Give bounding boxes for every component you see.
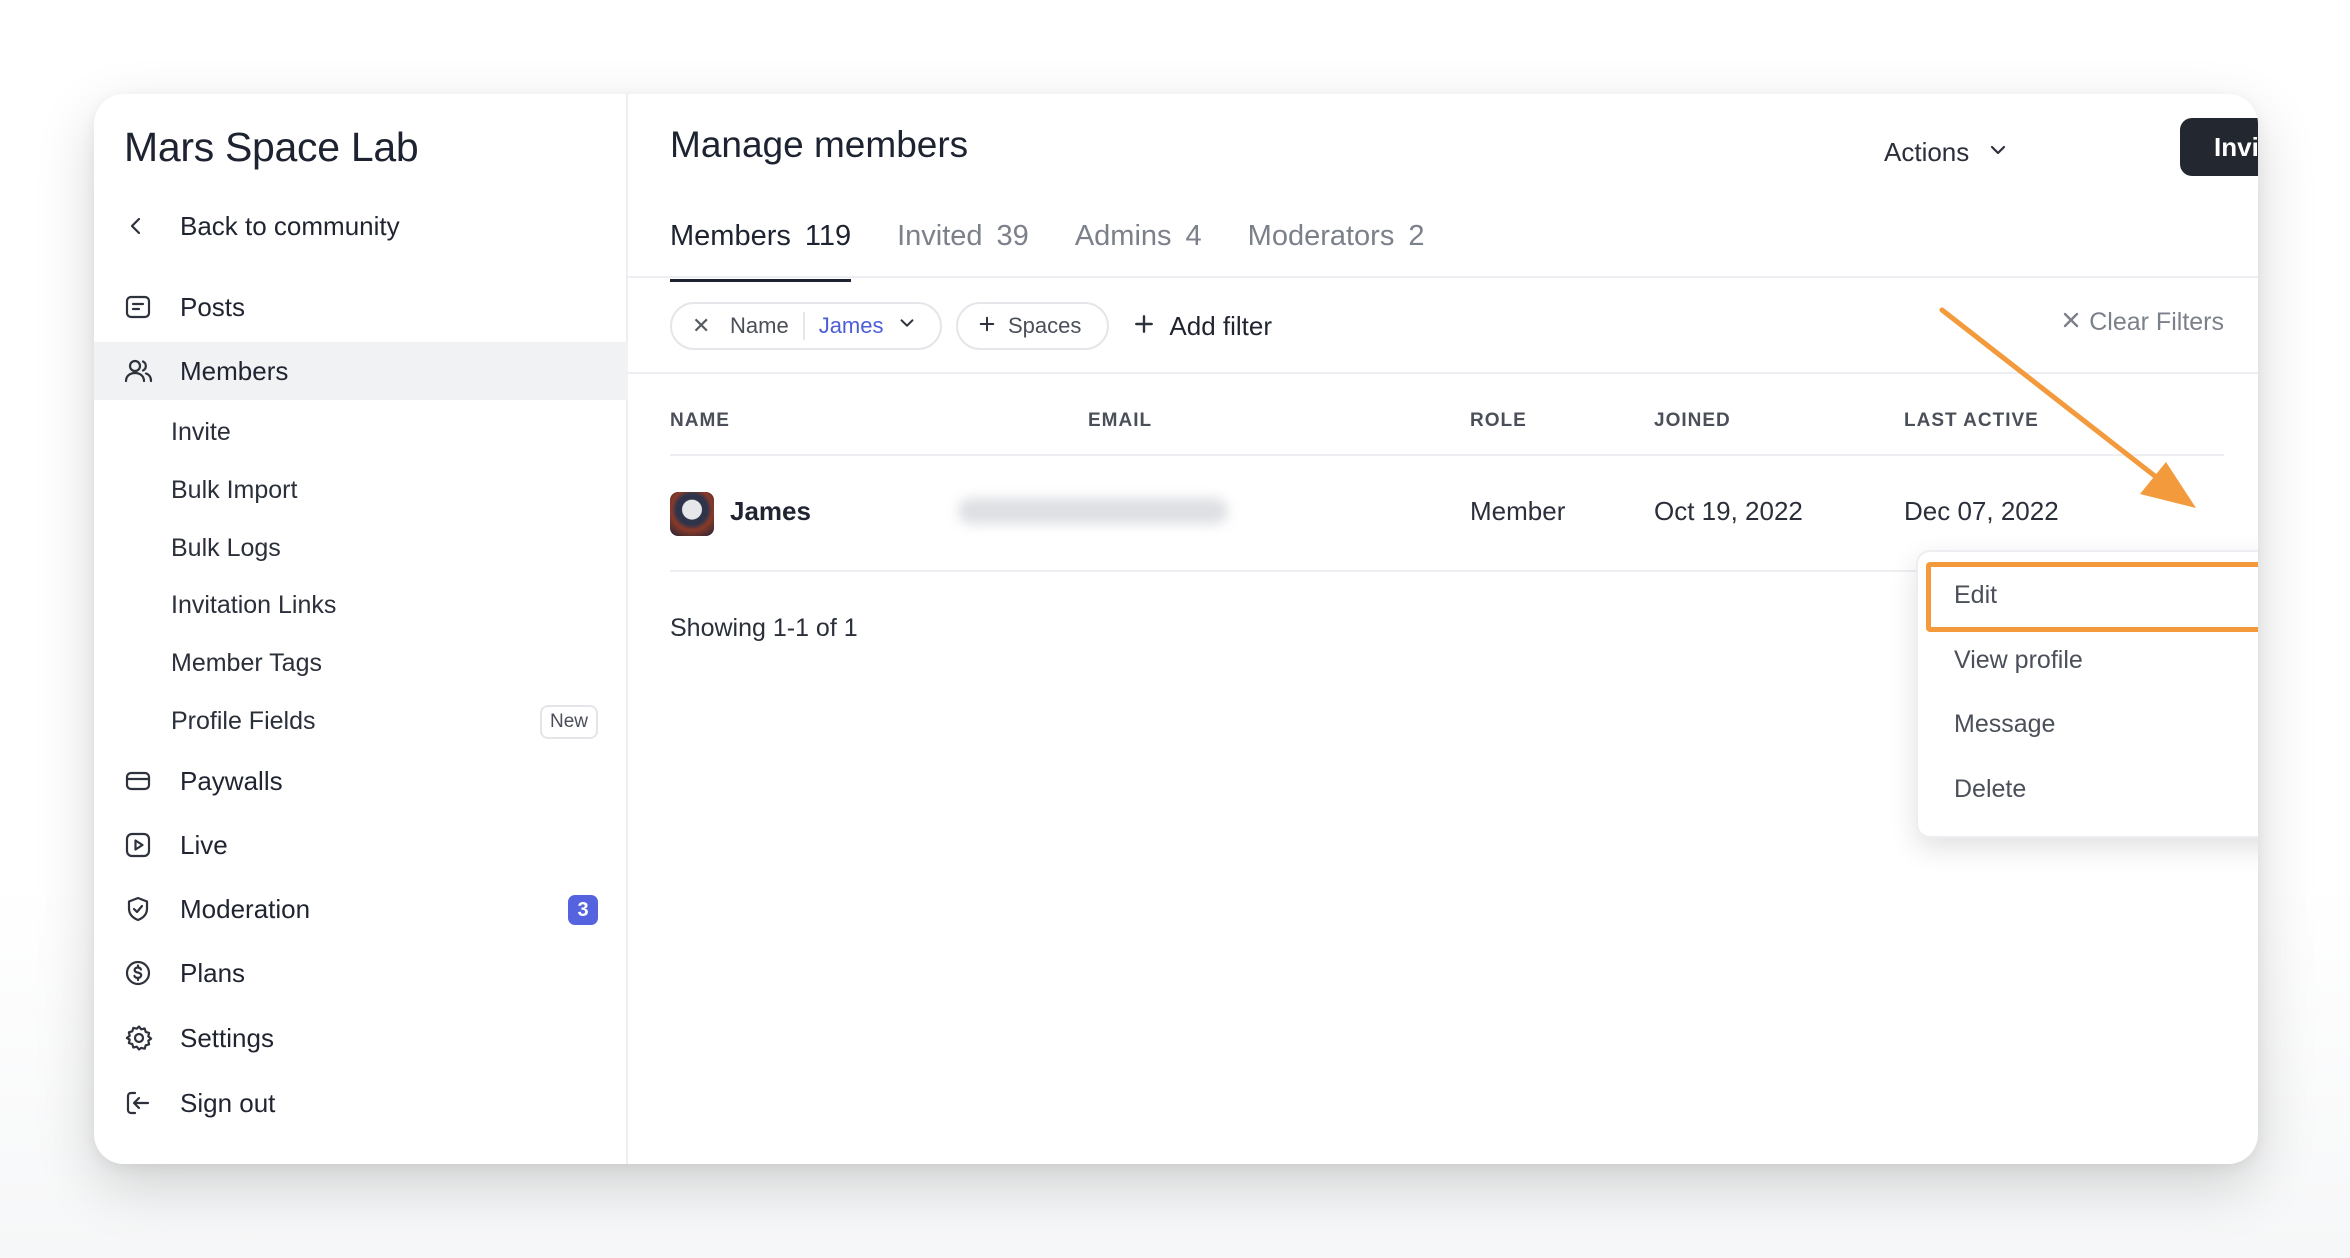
divider: [670, 454, 2224, 456]
tab-admins[interactable]: Admins 4: [1075, 214, 1202, 282]
avatar[interactable]: [670, 492, 714, 536]
member-role: Member: [1470, 496, 1566, 526]
column-header-email[interactable]: EMAIL: [1088, 410, 1152, 432]
sign-out-icon: [124, 1074, 180, 1132]
sidebar-item-label: Moderation: [180, 893, 311, 924]
remove-filter-icon[interactable]: ✕: [692, 313, 730, 339]
sidebar-item-label: Posts: [180, 291, 246, 322]
sidebar-subitem-bulk-logs[interactable]: Bulk Logs: [94, 522, 628, 574]
sidebar-subitem-label: Profile Fields: [171, 706, 316, 735]
moderation-count-badge: 3: [568, 895, 598, 925]
divider: [628, 372, 2258, 374]
new-badge: New: [539, 705, 598, 739]
sidebar-item-settings[interactable]: Settings: [94, 1009, 628, 1067]
back-link-label: Back to community: [180, 210, 400, 241]
column-header-name[interactable]: NAME: [670, 410, 730, 432]
tab-members[interactable]: Members 119: [670, 214, 852, 282]
column-header-joined[interactable]: JOINED: [1654, 410, 1731, 432]
add-filter-label: Add filter: [1169, 310, 1272, 341]
tab-count: 39: [996, 220, 1029, 252]
menu-item-edit[interactable]: Edit: [1954, 581, 1997, 610]
chevron-down-icon: [897, 313, 917, 339]
gear-icon: [124, 1009, 180, 1067]
sidebar: Mars Space Lab Back to community Posts M…: [94, 94, 628, 1164]
dollar-circle-icon: [124, 944, 180, 1002]
tab-count: 2: [1408, 220, 1425, 252]
column-header-last-active[interactable]: LAST ACTIVE: [1904, 410, 2039, 432]
sidebar-subitem-member-tags[interactable]: Member Tags: [94, 637, 628, 689]
clear-filters-label: Clear Filters: [2089, 308, 2224, 336]
sidebar-item-live[interactable]: Live: [94, 816, 628, 874]
actions-label: Actions: [1884, 136, 1970, 167]
sidebar-item-plans[interactable]: Plans: [94, 944, 628, 1002]
shield-check-icon: [124, 880, 180, 938]
actions-dropdown[interactable]: Actions: [1884, 122, 2009, 182]
sidebar-item-sign-out[interactable]: Sign out: [94, 1074, 628, 1132]
column-header-role[interactable]: ROLE: [1470, 410, 1527, 432]
plus-icon: [1133, 311, 1155, 342]
sidebar-item-label: Live: [180, 829, 228, 860]
member-joined: Oct 19, 2022: [1654, 496, 1803, 526]
sidebar-subitem-profile-fields[interactable]: Profile Fields New: [94, 695, 628, 747]
tab-label: Invited: [897, 220, 983, 252]
main-content: Manage members Actions Invite Members 11…: [628, 94, 2258, 1164]
invite-button[interactable]: Invite: [2180, 118, 2258, 176]
sidebar-item-label: Sign out: [180, 1087, 276, 1118]
menu-item-message[interactable]: Message: [1954, 710, 2055, 739]
page-title: Manage members: [670, 124, 969, 165]
row-actions-menu: Edit View profile Message Delete: [1916, 550, 2258, 838]
spaces-filter-chip[interactable]: Spaces: [956, 302, 1110, 350]
clear-filters-button[interactable]: Clear Filters: [2061, 308, 2224, 337]
sidebar-item-label: Paywalls: [180, 765, 283, 796]
sidebar-subitem-invitation-links[interactable]: Invitation Links: [94, 579, 628, 631]
add-filter-button[interactable]: Add filter: [1133, 311, 1272, 342]
sidebar-item-posts[interactable]: Posts: [94, 278, 628, 336]
tab-moderators[interactable]: Moderators 2: [1248, 214, 1425, 282]
member-last-active: Dec 07, 2022: [1904, 496, 2059, 526]
filter-value: James: [818, 313, 884, 338]
sidebar-item-members[interactable]: Members: [94, 342, 628, 400]
sidebar-item-label: Settings: [180, 1022, 274, 1053]
plus-icon: [978, 313, 996, 339]
tab-label: Admins: [1074, 220, 1172, 252]
posts-icon: [124, 278, 180, 336]
community-name: Mars Space Lab: [124, 124, 419, 170]
pagination-summary: Showing 1-1 of 1: [670, 614, 858, 642]
sidebar-item-label: Plans: [180, 957, 246, 988]
tab-invited[interactable]: Invited 39: [897, 214, 1029, 282]
chevron-down-icon: [1987, 137, 2009, 168]
member-tabs: Members 119 Invited 39 Admins 4 Moderato…: [670, 214, 1424, 282]
sidebar-subitem-invite[interactable]: Invite: [94, 406, 628, 458]
spaces-label: Spaces: [1008, 313, 1082, 338]
tab-label: Members: [670, 220, 791, 252]
divider: [628, 276, 2258, 278]
member-email-redacted: [958, 498, 1228, 524]
sidebar-item-moderation[interactable]: Moderation 3: [94, 880, 628, 938]
divider: [802, 312, 805, 340]
sidebar-subitem-bulk-import[interactable]: Bulk Import: [94, 464, 628, 516]
filter-bar: ✕ Name James Spaces Add filter: [670, 302, 1272, 350]
filter-field-label: Name: [730, 313, 789, 338]
tab-count: 4: [1185, 220, 1202, 252]
menu-item-view-profile[interactable]: View profile: [1954, 646, 2083, 675]
play-icon: [124, 816, 180, 874]
name-filter-chip[interactable]: ✕ Name James: [670, 302, 942, 350]
sidebar-item-label: Members: [180, 355, 289, 386]
app-window: Mars Space Lab Back to community Posts M…: [94, 94, 2258, 1164]
menu-item-delete[interactable]: Delete: [1954, 775, 2026, 804]
credit-card-icon: [124, 752, 180, 810]
member-name[interactable]: James: [730, 496, 811, 527]
tab-count: 119: [804, 220, 852, 252]
tab-label: Moderators: [1247, 220, 1395, 252]
sidebar-item-paywalls[interactable]: Paywalls: [94, 752, 628, 810]
back-to-community-link[interactable]: Back to community: [124, 204, 400, 248]
close-icon: [2061, 308, 2081, 337]
users-icon: [124, 342, 180, 400]
chevron-left-icon: [124, 204, 180, 248]
